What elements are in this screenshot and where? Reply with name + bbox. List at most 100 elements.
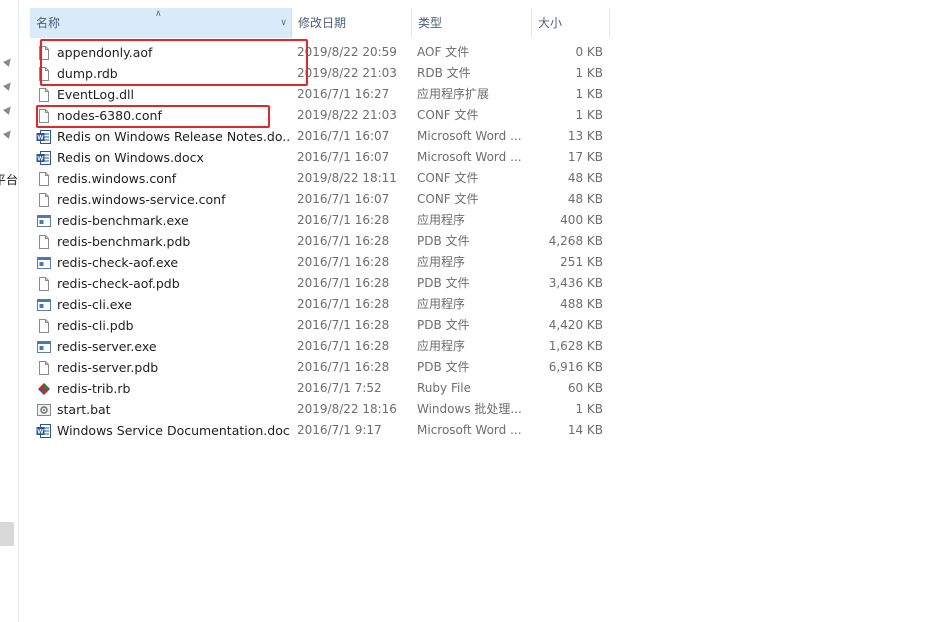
file-type: PDB 文件 bbox=[417, 318, 470, 332]
file-type: AOF 文件 bbox=[417, 45, 470, 59]
file-name: redis-cli.exe bbox=[57, 297, 132, 312]
file-date-modified: 2016/7/1 16:28 bbox=[297, 213, 390, 227]
file-type: RDB 文件 bbox=[417, 66, 471, 80]
file-size: 4,268 KB bbox=[548, 234, 603, 248]
file-type: PDB 文件 bbox=[417, 360, 470, 374]
word-doc-icon: W bbox=[36, 129, 52, 145]
file-type: 应用程序 bbox=[417, 255, 466, 269]
blank-file-icon bbox=[36, 192, 52, 208]
file-name: Windows Service Documentation.docx bbox=[57, 423, 289, 438]
column-header-name[interactable]: ∧ 名称 ∨ bbox=[30, 8, 292, 38]
file-row[interactable]: W Redis on Windows Release Notes.do... 201… bbox=[30, 126, 610, 147]
file-row[interactable]: redis-check-aof.pdb 2016/7/1 16:28 PDB 文件 3… bbox=[30, 273, 610, 294]
file-name: redis-trib.rb bbox=[57, 381, 131, 396]
blank-file-icon bbox=[36, 87, 52, 103]
file-row[interactable]: redis-server.exe 2016/7/1 16:28 应用程序 1,628 … bbox=[30, 336, 610, 357]
file-explorer-window: ▲ ▲ ▲ ▲ 平台 ∧ 名称 ∨ 修改日期 类型 大小 appendonly.… bbox=[0, 0, 932, 622]
file-name: redis-server.exe bbox=[57, 339, 157, 354]
file-row[interactable]: W Windows Service Documentation.docx 2016/… bbox=[30, 420, 610, 441]
file-date-modified: 2019/8/22 20:59 bbox=[297, 45, 397, 59]
svg-text:W: W bbox=[37, 429, 44, 436]
file-date-modified: 2016/7/1 16:28 bbox=[297, 318, 390, 332]
file-row[interactable]: redis-cli.exe 2016/7/1 16:28 应用程序 488 KB bbox=[30, 294, 610, 315]
file-size: 1 KB bbox=[575, 402, 603, 416]
file-row[interactable]: W Redis on Windows.docx 2016/7/1 16:07 Micr… bbox=[30, 147, 610, 168]
file-name: redis-benchmark.exe bbox=[57, 213, 189, 228]
pin-icon[interactable]: ▲ bbox=[0, 126, 16, 143]
file-name: Redis on Windows Release Notes.do... bbox=[57, 129, 289, 144]
navigation-pane: ▲ ▲ ▲ ▲ 平台 bbox=[0, 0, 19, 622]
file-date-modified: 2016/7/1 16:28 bbox=[297, 255, 390, 269]
svg-text:W: W bbox=[37, 135, 44, 142]
file-size: 48 KB bbox=[567, 192, 603, 206]
column-header-size[interactable]: 大小 bbox=[532, 8, 610, 38]
column-header-name-label: 名称 bbox=[36, 16, 61, 30]
file-row[interactable]: redis-cli.pdb 2016/7/1 16:28 PDB 文件 4,420 K… bbox=[30, 315, 610, 336]
exe-app-icon bbox=[36, 213, 52, 229]
column-header-size-label: 大小 bbox=[538, 16, 563, 30]
file-row[interactable]: redis-benchmark.pdb 2016/7/1 16:28 PDB 文件 4… bbox=[30, 231, 610, 252]
blank-file-icon bbox=[36, 234, 52, 250]
file-type: CONF 文件 bbox=[417, 171, 479, 185]
file-row[interactable]: redis-trib.rb 2016/7/1 7:52 Ruby File 60 KB bbox=[30, 378, 610, 399]
pin-icon[interactable]: ▲ bbox=[0, 78, 16, 95]
file-size: 1 KB bbox=[575, 66, 603, 80]
file-row[interactable]: EventLog.dll 2016/7/1 16:27 应用程序扩展 1 KB bbox=[30, 84, 610, 105]
svg-text:W: W bbox=[37, 156, 44, 163]
file-size: 0 KB bbox=[575, 45, 603, 59]
file-name: redis-server.pdb bbox=[57, 360, 159, 375]
file-name: redis-cli.pdb bbox=[57, 318, 134, 333]
file-type: 应用程序扩展 bbox=[417, 87, 490, 101]
file-row[interactable]: redis-benchmark.exe 2016/7/1 16:28 应用程序 400… bbox=[30, 210, 610, 231]
word-doc-icon: W bbox=[36, 423, 52, 439]
chevron-down-icon[interactable]: ∨ bbox=[280, 8, 287, 38]
file-size: 3,436 KB bbox=[548, 276, 603, 290]
file-type: Ruby File bbox=[417, 381, 472, 395]
pin-icon[interactable]: ▲ bbox=[0, 54, 16, 71]
column-header-type-label: 类型 bbox=[418, 16, 443, 30]
file-list: appendonly.aof 2019/8/22 20:59 AOF 文件 0 KB d… bbox=[30, 42, 610, 441]
pin-icon[interactable]: ▲ bbox=[0, 102, 16, 119]
file-date-modified: 2016/7/1 9:17 bbox=[297, 423, 382, 437]
file-row[interactable]: redis-server.pdb 2016/7/1 16:28 PDB 文件 6,91… bbox=[30, 357, 610, 378]
nav-scroll-thumb[interactable] bbox=[0, 522, 14, 546]
file-row[interactable]: redis.windows.conf 2019/8/22 18:11 CONF 文件… bbox=[30, 168, 610, 189]
file-size: 251 KB bbox=[560, 255, 603, 269]
file-name: redis.windows.conf bbox=[57, 171, 177, 186]
file-row[interactable]: redis.windows-service.conf 2016/7/1 16:07… bbox=[30, 189, 610, 210]
column-header-date-modified[interactable]: 修改日期 bbox=[292, 8, 412, 38]
file-date-modified: 2016/7/1 16:28 bbox=[297, 297, 390, 311]
file-row[interactable]: start.bat 2019/8/22 18:16 Windows 批处理... 1 … bbox=[30, 399, 610, 420]
file-date-modified: 2016/7/1 16:28 bbox=[297, 339, 390, 353]
file-size: 400 KB bbox=[560, 213, 603, 227]
file-size: 1,628 KB bbox=[548, 339, 603, 353]
file-name: redis-check-aof.pdb bbox=[57, 276, 180, 291]
file-size: 1 KB bbox=[575, 108, 603, 122]
nav-item-label[interactable]: 平台 bbox=[0, 171, 18, 188]
file-type: PDB 文件 bbox=[417, 276, 470, 290]
exe-app-icon bbox=[36, 297, 52, 313]
highlight-box bbox=[36, 105, 270, 128]
file-type: 应用程序 bbox=[417, 297, 466, 311]
blank-file-icon bbox=[36, 360, 52, 376]
file-date-modified: 2016/7/1 16:07 bbox=[297, 192, 390, 206]
file-size: 14 KB bbox=[567, 423, 603, 437]
file-date-modified: 2016/7/1 16:07 bbox=[297, 150, 390, 164]
batch-file-icon bbox=[36, 402, 52, 418]
exe-app-icon bbox=[36, 339, 52, 355]
file-type: CONF 文件 bbox=[417, 108, 479, 122]
file-type: CONF 文件 bbox=[417, 192, 479, 206]
blank-file-icon bbox=[36, 171, 52, 187]
file-size: 1 KB bbox=[575, 87, 603, 101]
file-size: 48 KB bbox=[567, 171, 603, 185]
file-row[interactable]: redis-check-aof.exe 2016/7/1 16:28 应用程序 251… bbox=[30, 252, 610, 273]
exe-app-icon bbox=[36, 255, 52, 271]
file-name: EventLog.dll bbox=[57, 87, 134, 102]
column-header-type[interactable]: 类型 bbox=[412, 8, 532, 38]
file-type: PDB 文件 bbox=[417, 234, 470, 248]
file-size: 4,420 KB bbox=[548, 318, 603, 332]
file-date-modified: 2016/7/1 16:07 bbox=[297, 129, 390, 143]
file-type: 应用程序 bbox=[417, 339, 466, 353]
file-size: 13 KB bbox=[567, 129, 603, 143]
file-size: 6,916 KB bbox=[548, 360, 603, 374]
